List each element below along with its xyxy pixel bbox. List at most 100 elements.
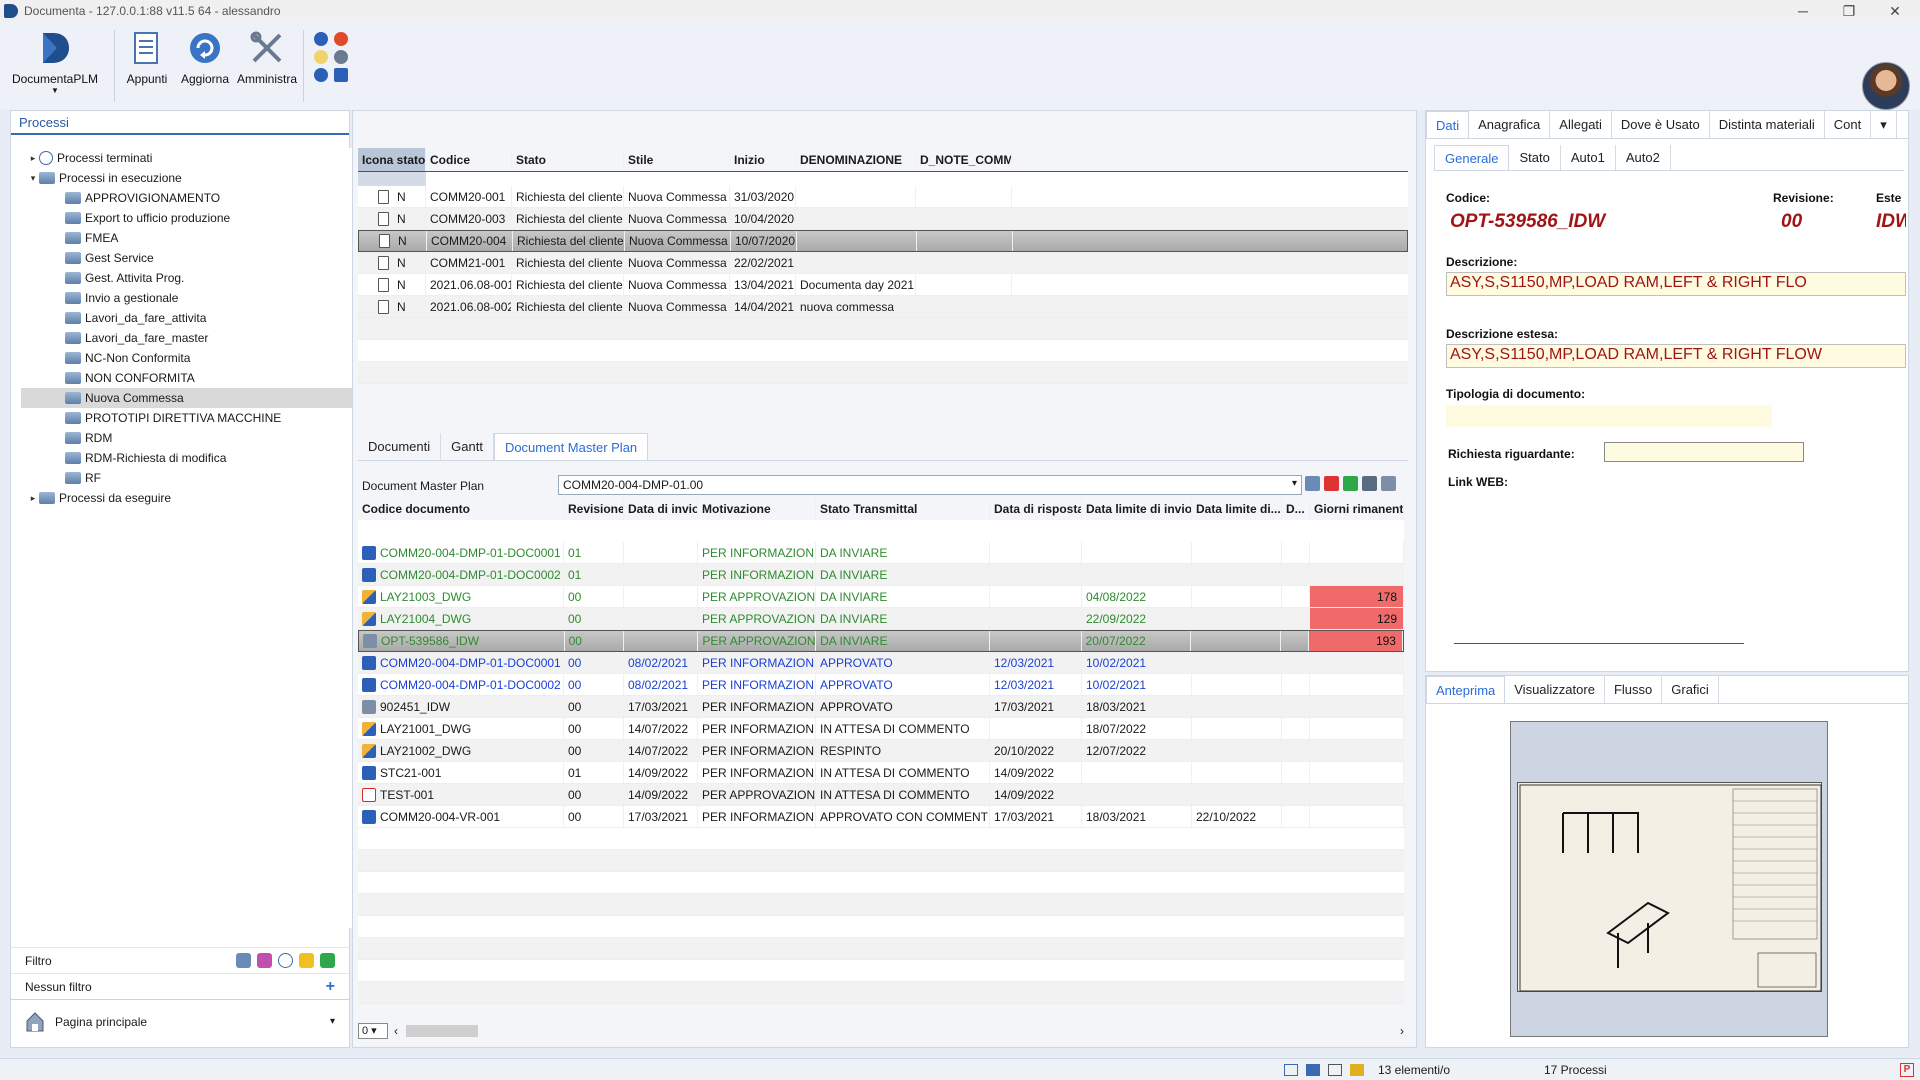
column-header[interactable]: Data di invio (624, 498, 698, 520)
table-row[interactable]: 902451_IDW 00 17/03/2021 PER INFORMAZIONE AP… (358, 696, 1404, 718)
tree-item[interactable]: Lavori_da_fare_master (21, 328, 357, 348)
zoom-select[interactable]: 0 ▾ (358, 1023, 388, 1039)
column-header[interactable]: Stato (512, 148, 624, 171)
people-icon[interactable] (334, 50, 348, 64)
aggiorna-button[interactable]: Aggiorna (175, 22, 235, 110)
home-page-row[interactable]: Pagina principale ▾ (11, 999, 349, 1043)
dmp-select[interactable]: COMM20-004-DMP-01.00 ▾ (558, 475, 1302, 495)
table-row[interactable]: N COMM21-001 Richiesta del cliente Nuova Co… (358, 252, 1408, 274)
clock-icon[interactable] (278, 953, 293, 968)
open-icon[interactable] (1305, 476, 1320, 491)
table-row[interactable]: N 2021.06.08-002 Richiesta del cliente Nuov… (358, 296, 1408, 318)
tab-dati[interactable]: Dati (1426, 111, 1470, 138)
table-row[interactable]: COMM20-004-DMP-01-DOC0001 00 08/02/2021 PER… (358, 652, 1404, 674)
column-header[interactable]: Codice documento (358, 498, 564, 520)
tab-grafici[interactable]: Grafici (1662, 676, 1719, 703)
table-row[interactable]: N 2021.06.08-001 Richiesta del cliente Nuov… (358, 274, 1408, 296)
column-header[interactable]: Codice (426, 148, 512, 171)
tree-item[interactable]: RF (21, 468, 357, 488)
star-icon[interactable] (299, 953, 314, 968)
tree-item[interactable]: RDM-Richiesta di modifica (21, 448, 357, 468)
tab-gantt[interactable]: Gantt (441, 433, 494, 460)
tree-item[interactable]: FMEA (21, 228, 357, 248)
tree-item[interactable]: Nuova Commessa (21, 388, 357, 408)
settings-icon[interactable] (1381, 476, 1396, 491)
subtab-generale[interactable]: Generale (1434, 145, 1510, 170)
chevron-right-icon[interactable]: ▸ (27, 493, 39, 504)
funnel-icon[interactable] (257, 953, 272, 968)
no-filter-row[interactable]: Nessun filtro + (11, 973, 349, 999)
table-row[interactable]: LAY21003_DWG 00 PER APPROVAZIONE DA INVIARE… (358, 586, 1404, 608)
grid-view-icon[interactable] (1328, 1063, 1342, 1076)
subtab-auto2[interactable]: Auto2 (1616, 145, 1671, 170)
chevron-down-icon[interactable]: ▾ (27, 173, 39, 184)
bulb-icon[interactable] (314, 50, 328, 64)
table-row[interactable]: N COMM20-003 Richiesta del cliente Nuova Co… (358, 208, 1408, 230)
tree-item[interactable]: ▸ Processi terminati (21, 148, 357, 168)
table-row[interactable]: N COMM20-001 Richiesta del cliente Nuova Co… (358, 186, 1408, 208)
detail-view-icon[interactable] (1306, 1063, 1320, 1076)
tree-item[interactable]: PROTOTIPI DIRETTIVA MACCHINE (21, 408, 357, 428)
table-row[interactable]: COMM20-004-VR-001 00 17/03/2021 PER INFORMA… (358, 806, 1404, 828)
column-header[interactable]: Data di risposta (990, 498, 1082, 520)
tree-item[interactable]: Gest. Attivita Prog. (21, 268, 357, 288)
tree-item[interactable]: ▸ Processi da eseguire (21, 488, 357, 508)
column-header[interactable]: D... (1282, 498, 1310, 520)
tree-item[interactable]: Export to ufficio produzione (21, 208, 357, 228)
table-row[interactable]: COMM20-004-DMP-01-DOC0002 00 08/02/2021 PER… (358, 674, 1404, 696)
tree-item[interactable]: NON CONFORMITA (21, 368, 357, 388)
column-header[interactable]: Inizio (730, 148, 796, 171)
tab-allegati[interactable]: Allegati (1550, 111, 1612, 138)
table-row[interactable]: LAY21002_DWG 00 14/07/2022 PER INFORMAZIONE… (358, 740, 1404, 762)
help-icon[interactable] (314, 32, 328, 46)
column-header[interactable]: Stile (624, 148, 730, 171)
descrizione-field[interactable]: ASY,S,S1150,MP,LOAD RAM,LEFT & RIGHT FLO (1446, 272, 1906, 296)
list-view-icon[interactable] (1284, 1063, 1298, 1076)
maximize-button[interactable]: ❐ (1826, 0, 1872, 22)
tab-anagrafica[interactable]: Anagrafica (1469, 111, 1551, 138)
close-button[interactable]: ✕ (1872, 0, 1918, 22)
pdf-status-icon[interactable]: P (1900, 1062, 1914, 1077)
descrizione-estesa-field[interactable]: ASY,S,S1150,MP,LOAD RAM,LEFT & RIGHT FLO… (1446, 344, 1906, 368)
minimize-button[interactable]: ─ (1780, 0, 1826, 22)
tree-item[interactable]: Lavori_da_fare_attivita (21, 308, 357, 328)
column-header[interactable]: Stato Transmittal (816, 498, 990, 520)
tipologia-field[interactable] (1446, 405, 1772, 427)
appunti-button[interactable]: Appunti (119, 22, 175, 110)
add-filter-icon[interactable]: + (326, 978, 335, 996)
table-row[interactable]: STC21-001 01 14/09/2022 PER INFORMAZIONE IN … (358, 762, 1404, 784)
scroll-left-icon[interactable]: ‹ (394, 1024, 398, 1038)
table-row[interactable]: LAY21001_DWG 00 14/07/2022 PER INFORMAZIONE… (358, 718, 1404, 740)
richiesta-field[interactable] (1604, 442, 1804, 462)
table-row[interactable]: OPT-539586_IDW 00 PER APPROVAZIONE DA INVIA… (358, 630, 1404, 652)
horizontal-scrollbar-thumb[interactable] (406, 1025, 478, 1037)
tree-item[interactable]: APPROVIGIONAMENTO (21, 188, 357, 208)
column-header[interactable]: Revisione (564, 498, 624, 520)
column-header[interactable]: Giorni rimanenti (1310, 498, 1404, 520)
info-icon[interactable] (314, 68, 328, 82)
tab-distinta-materiali[interactable]: Distinta materiali (1710, 111, 1825, 138)
remove-icon[interactable] (1324, 476, 1339, 491)
table-row[interactable]: N COMM20-004 Richiesta del cliente Nuova Co… (358, 230, 1408, 252)
column-header[interactable]: Data limite di... (1192, 498, 1282, 520)
filter-folder-icon[interactable] (236, 953, 251, 968)
column-header[interactable]: Motivazione (698, 498, 816, 520)
table-row[interactable]: TEST-001 00 14/09/2022 PER APPROVAZIONE IN A… (358, 784, 1404, 806)
phone-icon[interactable] (334, 32, 348, 46)
chevron-right-icon[interactable]: ▸ (27, 153, 39, 164)
users-icon[interactable] (1362, 476, 1377, 491)
tab-flusso[interactable]: Flusso (1605, 676, 1663, 703)
tree-item[interactable]: RDM (21, 428, 357, 448)
tab-visualizzatore[interactable]: Visualizzatore (1505, 676, 1605, 703)
column-header[interactable]: D_NOTE_COMM (916, 148, 1012, 171)
tab-document-master-plan[interactable]: Document Master Plan (493, 433, 649, 460)
tree-item[interactable]: ▾ Processi in esecuzione (21, 168, 357, 188)
tab-dove-usato[interactable]: Dove è Usato (1612, 111, 1710, 138)
arrow-up-icon[interactable] (334, 68, 348, 82)
table-row[interactable]: LAY21004_DWG 00 PER APPROVAZIONE DA INVIARE… (358, 608, 1404, 630)
tab-cont[interactable]: Cont (1825, 111, 1872, 138)
scroll-right-icon[interactable]: › (1400, 1024, 1404, 1038)
chevron-down-icon[interactable]: ▾ (1871, 111, 1897, 138)
export-icon[interactable] (320, 953, 335, 968)
documentaplm-button[interactable]: DocumentaPLM ▼ (0, 22, 110, 110)
